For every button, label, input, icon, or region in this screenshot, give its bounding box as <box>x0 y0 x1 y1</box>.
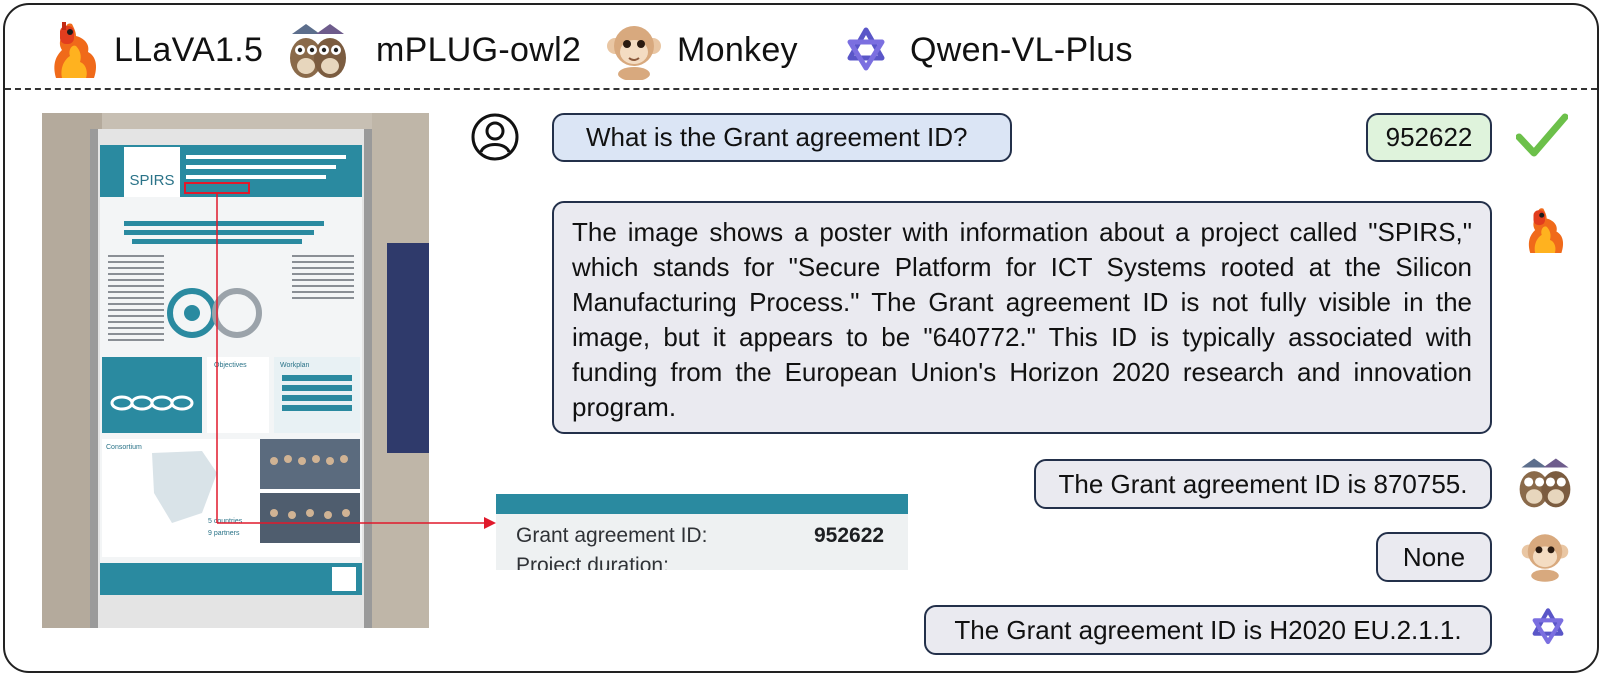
answer-monkey-bubble: None <box>1376 532 1492 582</box>
ground-truth-bubble: 952622 <box>1366 113 1492 162</box>
answer-mplug-text: The Grant agreement ID is 870755. <box>1058 468 1468 499</box>
answer-llava-text: The image shows a poster with informatio… <box>572 217 1472 422</box>
zoom-crop: Grant agreement ID: 952622 Project durat… <box>496 494 908 570</box>
answer-qwen-bubble: The Grant agreement ID is H2020 EU.2.1.1… <box>924 605 1492 655</box>
question-bubble: What is the Grant agreement ID? <box>552 113 1012 162</box>
user-icon <box>471 113 519 161</box>
zoom-crop-value: 952622 <box>814 524 885 547</box>
answer-monkey-text: None <box>1402 541 1466 572</box>
zoom-crop-header-band <box>496 494 908 514</box>
zoom-crop-label: Grant agreement ID: <box>516 524 708 547</box>
zoom-crop-partial-label: Project duration: <box>516 554 669 570</box>
monkey-icon <box>1521 534 1569 582</box>
answer-llava-bubble: The image shows a poster with informatio… <box>552 201 1492 434</box>
check-icon <box>1516 113 1568 157</box>
flame-llama-icon <box>1528 208 1564 253</box>
qwen-logo-icon <box>1532 608 1564 645</box>
answer-mplug-bubble: The Grant agreement ID is 870755. <box>1034 459 1492 509</box>
question-text: What is the Grant agreement ID? <box>586 122 968 152</box>
ground-truth-value: 952622 <box>1385 122 1473 152</box>
answer-qwen-text: The Grant agreement ID is H2020 EU.2.1.1… <box>954 614 1462 645</box>
owl-pair-icon <box>1519 458 1571 508</box>
